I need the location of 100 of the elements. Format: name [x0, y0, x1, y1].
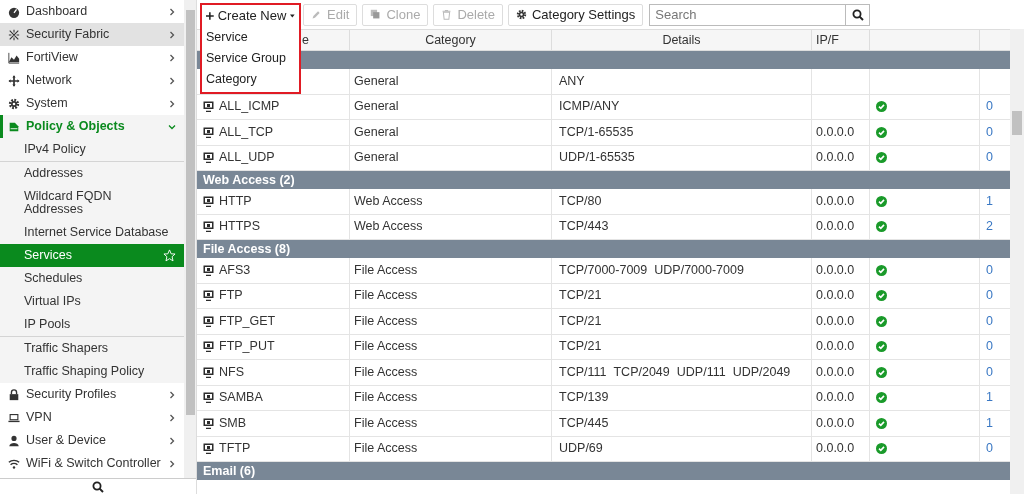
search-field[interactable]: Search — [649, 3, 847, 26]
table-cell-text: File Access — [354, 363, 418, 381]
table-cell-text: 0.0.0.0 — [816, 149, 855, 167]
reference-count-link[interactable]: 1 — [986, 388, 993, 408]
sidebar-subitem[interactable]: Wildcard FQDN Addresses — [0, 185, 184, 221]
table-cell-text: 0.0.0.0 — [816, 123, 855, 141]
star-icon[interactable] — [163, 249, 176, 262]
table-cell-text: ALL_TCP — [219, 123, 274, 141]
table-cell-text: 0.0.0.0 — [816, 287, 855, 305]
menu-item[interactable]: Service — [202, 27, 299, 48]
table-cell-text: TCP/443 — [559, 218, 609, 236]
sidebar-subitem[interactable]: Schedules — [0, 267, 184, 290]
table-cell-text: File Access — [354, 414, 418, 432]
table-cell-text: UDP/69 — [559, 440, 603, 458]
table-cell-text: TCP/445 — [559, 414, 609, 432]
group-header[interactable]: File Access (8) — [197, 240, 1010, 258]
monitor-icon — [203, 221, 214, 233]
sidebar-scrollbar[interactable] — [184, 0, 196, 478]
monitor-icon — [203, 264, 214, 276]
table-cell-text: NFS — [219, 363, 244, 381]
chevron-icon — [168, 122, 176, 131]
monitor-icon — [203, 152, 214, 164]
chevron-icon — [168, 53, 176, 62]
sidebar-subitem[interactable]: IP Pools — [0, 313, 184, 336]
sidebar-item[interactable]: Policy & Objects — [0, 115, 184, 138]
table-cell-text: File Access — [354, 338, 418, 356]
table-cell-text: General — [354, 149, 399, 167]
table-cell-text: File Access — [354, 440, 418, 458]
search-icon — [92, 480, 104, 493]
table-cell-text: 0.0.0.0 — [816, 261, 855, 279]
table-cell-text: TCP/80 — [559, 192, 602, 210]
monitor-icon — [203, 417, 214, 429]
table-cell-text: ANY — [559, 72, 585, 90]
search-icon[interactable] — [851, 8, 864, 21]
reference-count-link[interactable]: 0 — [986, 148, 993, 168]
lock-icon — [8, 388, 20, 401]
table-cell-text: FTP_GET — [219, 312, 276, 330]
chevron-icon — [168, 76, 176, 85]
wifi-icon — [8, 457, 20, 470]
group-header[interactable]: Web Access (2) — [197, 171, 1010, 189]
table-cell-text: Web Access — [354, 192, 423, 210]
menu-item[interactable]: Service Group — [202, 48, 299, 69]
reference-count-link[interactable]: 0 — [986, 286, 993, 306]
monitor-icon — [203, 366, 214, 378]
chevron-icon — [168, 459, 176, 468]
reference-count-link[interactable]: 1 — [986, 191, 993, 211]
monitor-icon — [203, 443, 214, 455]
table-cell-text: 0.0.0.0 — [816, 312, 855, 330]
sidebar-item[interactable]: Security Fabric — [0, 23, 184, 46]
reference-count-link[interactable]: 0 — [986, 97, 993, 117]
sidebar-subitem[interactable]: Internet Service Database — [0, 221, 184, 244]
column-header[interactable]: Category — [350, 30, 552, 50]
sidebar-subitem[interactable]: Addresses — [0, 161, 184, 185]
reference-count-link[interactable]: 0 — [986, 439, 993, 459]
group-header[interactable]: Email (6) — [197, 462, 1010, 480]
column-header[interactable]: IP/F — [812, 30, 870, 50]
reference-count-link[interactable]: 0 — [986, 362, 993, 382]
table-cell-text: Web Access — [354, 218, 423, 236]
table-cell-text: HTTP — [219, 192, 252, 210]
user-icon — [8, 434, 20, 447]
laptop-icon — [8, 411, 20, 424]
sidebar-subitem[interactable]: Traffic Shapers — [0, 336, 184, 360]
chevron-icon — [168, 436, 176, 445]
reference-count-link[interactable]: 0 — [986, 260, 993, 280]
reference-count-link[interactable]: 0 — [986, 311, 993, 331]
monitor-icon — [203, 101, 214, 113]
table-cell-text: SAMBA — [219, 389, 263, 407]
table-cell-text: TCP/21 — [559, 338, 602, 356]
area-chart-icon — [8, 51, 20, 64]
table-cell-text: General — [354, 98, 399, 116]
table-cell-text: File Access — [354, 389, 418, 407]
gear-icon — [515, 9, 527, 20]
table-cell-text: TCP/7000-7009 — [559, 261, 648, 279]
chevron-icon — [168, 99, 176, 108]
reference-count-link[interactable]: 0 — [986, 337, 993, 357]
plus-icon — [206, 11, 214, 21]
table-cell-text: UDP/111 — [676, 363, 726, 381]
reference-count-link[interactable]: 2 — [986, 217, 993, 237]
monitor-icon — [203, 315, 214, 327]
table-scrollbar[interactable] — [1010, 29, 1024, 494]
table-cell-text: 0.0.0.0 — [816, 440, 855, 458]
toolbar-button[interactable]: Category Settings — [507, 3, 644, 26]
table-cell-text: TCP/139 — [559, 389, 609, 407]
sidebar-subitem[interactable]: Services — [0, 244, 184, 267]
sidebar-subitem[interactable]: IPv4 Policy — [0, 138, 184, 161]
group-header[interactable] — [197, 51, 1010, 69]
table-cell-text: UDP/2049 — [732, 363, 791, 381]
table-cell-text: AFS3 — [219, 261, 251, 279]
menu-item[interactable]: Category — [202, 69, 299, 90]
chevron-icon — [168, 30, 176, 39]
sidebar-subitem[interactable]: Virtual IPs — [0, 290, 184, 313]
table-cell-text: TCP/111 — [559, 363, 607, 381]
crossed-lines-icon — [8, 28, 20, 41]
reference-count-link[interactable]: 1 — [986, 413, 993, 433]
reference-count-link[interactable]: 0 — [986, 122, 993, 142]
sidebar-subitem[interactable]: Traffic Shaping Policy — [0, 360, 184, 383]
monitor-icon — [203, 290, 214, 302]
pencil-icon — [311, 9, 322, 20]
chevron-icon — [168, 7, 176, 16]
column-header[interactable]: Details — [552, 30, 812, 50]
